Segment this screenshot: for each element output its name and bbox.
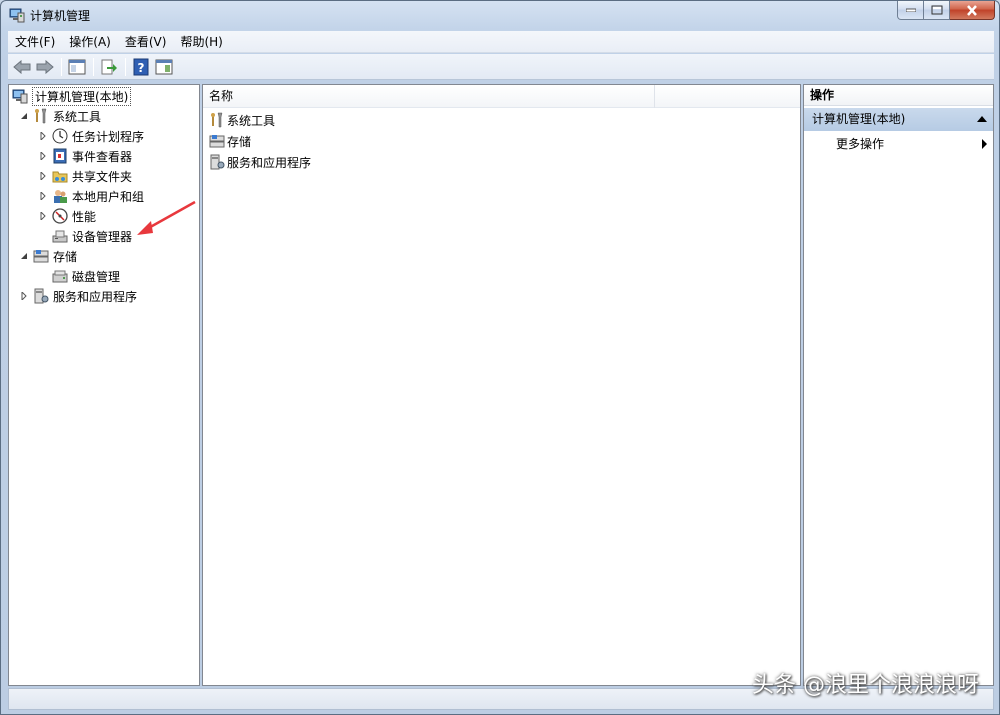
caption-buttons xyxy=(897,1,995,21)
tree-item-label: 计算机管理(本地) xyxy=(32,86,132,106)
tree-item-local-users-groups[interactable]: 本地用户和组 xyxy=(37,186,144,206)
tree-item-storage[interactable]: 存储 xyxy=(18,246,77,266)
show-hide-tree-button[interactable] xyxy=(66,56,88,78)
disk-icon xyxy=(52,268,68,284)
console-tree-icon xyxy=(68,59,86,74)
menu-bar: 文件(F) 操作(A) 查看(V) 帮助(H) xyxy=(8,31,994,53)
more-actions-label: 更多操作 xyxy=(836,137,885,151)
shared-folder-icon xyxy=(52,168,68,184)
tree-item-label: 磁盘管理 xyxy=(72,269,121,284)
expand-triangle-icon[interactable] xyxy=(37,190,49,202)
actions-section-computer-management[interactable]: 计算机管理(本地) xyxy=(804,108,993,131)
svg-text:?: ? xyxy=(138,61,145,75)
submenu-arrow-icon xyxy=(982,139,987,149)
menu-help[interactable]: 帮助(H) xyxy=(173,32,229,52)
tree-item-computer-management-local[interactable]: 计算机管理(本地) xyxy=(12,86,132,106)
toolbar-separator xyxy=(125,57,126,76)
expand-triangle-icon[interactable] xyxy=(37,170,49,182)
collapse-up-icon[interactable] xyxy=(977,116,987,122)
toolbar-separator xyxy=(93,57,94,76)
computer-management-window: 计算机管理 文件(F) 操作(A) 查看(V) 帮助(H) ? 计算机管理(本地… xyxy=(0,0,1000,715)
actions-section-label: 计算机管理(本地) xyxy=(812,112,906,126)
forward-arrow-icon xyxy=(36,59,54,74)
tree-item-label: 任务计划程序 xyxy=(72,129,145,144)
tree-item-label: 共享文件夹 xyxy=(72,169,133,184)
help-button[interactable]: ? xyxy=(130,56,152,78)
expand-triangle-icon[interactable] xyxy=(37,130,49,142)
list-item-services-applications[interactable]: 服务和应用程序 xyxy=(209,152,311,172)
menu-file[interactable]: 文件(F) xyxy=(8,32,62,52)
tree-item-task-scheduler[interactable]: 任务计划程序 xyxy=(37,126,144,146)
services-icon xyxy=(209,154,225,170)
minimize-button[interactable] xyxy=(897,1,924,20)
list-item-label: 存储 xyxy=(227,134,252,149)
export-icon xyxy=(101,59,117,74)
list-header: 名称 xyxy=(203,85,800,108)
list-item-system-tools[interactable]: 系统工具 xyxy=(209,110,275,130)
close-button[interactable] xyxy=(950,1,995,20)
tree-item-performance[interactable]: 性能 xyxy=(37,206,96,226)
tree-item-device-manager[interactable]: 设备管理器 xyxy=(52,226,132,246)
results-pane: 名称 系统工具 存储 服务和应用程序 xyxy=(202,84,801,686)
event-viewer-icon xyxy=(52,148,68,164)
tree-item-event-viewer[interactable]: 事件查看器 xyxy=(37,146,132,166)
tree-item-system-tools[interactable]: 系统工具 xyxy=(18,106,101,126)
list-item-label: 服务和应用程序 xyxy=(227,155,312,170)
minimize-icon xyxy=(905,8,916,12)
action-pane-icon xyxy=(155,59,173,74)
annotation-arrow-icon xyxy=(137,200,196,235)
tree-item-label: 服务和应用程序 xyxy=(53,289,138,304)
tree-item-label: 性能 xyxy=(72,209,97,224)
maximize-icon xyxy=(931,5,942,15)
column-header-name[interactable]: 名称 xyxy=(203,85,655,108)
tree-item-label: 事件查看器 xyxy=(72,149,133,164)
performance-icon xyxy=(52,208,68,224)
collapse-triangle-icon[interactable] xyxy=(18,250,30,262)
tree-item-services-applications[interactable]: 服务和应用程序 xyxy=(18,286,137,306)
tools-icon xyxy=(209,112,225,128)
export-list-button[interactable] xyxy=(98,56,120,78)
tree-item-label: 系统工具 xyxy=(53,109,102,124)
menu-view[interactable]: 查看(V) xyxy=(118,32,174,52)
tree-item-label: 存储 xyxy=(53,249,78,264)
toolbar-separator xyxy=(61,57,62,76)
toolbar: ? xyxy=(8,54,994,80)
help-icon: ? xyxy=(133,58,149,75)
storage-icon xyxy=(33,248,49,264)
collapse-triangle-icon[interactable] xyxy=(18,110,30,122)
actions-pane: 操作 计算机管理(本地) 更多操作 xyxy=(803,84,994,686)
console-tree: 计算机管理(本地) 系统工具 任务计划程序 事件查看器 共享文件夹 本地用户和组… xyxy=(8,84,200,686)
forward-button[interactable] xyxy=(34,56,56,78)
expand-triangle-icon[interactable] xyxy=(18,290,30,302)
more-actions-item[interactable]: 更多操作 xyxy=(836,134,991,154)
actions-header: 操作 xyxy=(804,85,993,106)
maximize-button[interactable] xyxy=(924,1,950,20)
close-icon xyxy=(967,4,977,16)
storage-icon xyxy=(209,133,225,149)
computer-management-icon xyxy=(9,7,25,23)
show-action-pane-button[interactable] xyxy=(153,56,175,78)
menu-action[interactable]: 操作(A) xyxy=(62,32,118,52)
back-arrow-icon xyxy=(13,59,31,74)
expand-triangle-icon[interactable] xyxy=(37,210,49,222)
list-item-label: 系统工具 xyxy=(227,113,276,128)
clock-icon xyxy=(52,128,68,144)
services-icon xyxy=(33,288,49,304)
window-title: 计算机管理 xyxy=(30,9,91,23)
watermark: 头条 @浪里个浪浪浪呀 xyxy=(752,673,979,698)
tree-item-label: 设备管理器 xyxy=(72,229,133,244)
device-manager-icon xyxy=(52,228,68,244)
tree-item-shared-folders[interactable]: 共享文件夹 xyxy=(37,166,132,186)
tree-item-disk-management[interactable]: 磁盘管理 xyxy=(52,266,120,286)
tools-icon xyxy=(33,108,49,124)
users-icon xyxy=(52,188,68,204)
expand-triangle-icon[interactable] xyxy=(37,150,49,162)
list-item-storage[interactable]: 存储 xyxy=(209,131,251,151)
title-bar[interactable]: 计算机管理 xyxy=(1,1,999,29)
computer-management-icon xyxy=(12,88,28,104)
back-button[interactable] xyxy=(11,56,33,78)
